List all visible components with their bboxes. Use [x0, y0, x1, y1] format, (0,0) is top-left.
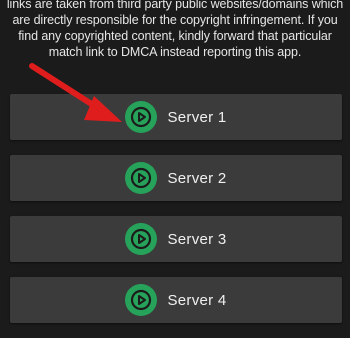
disclaimer-line: are directly responsible for the copyrig…	[12, 13, 338, 27]
server-list: Server 1 Server 2 Server 3 Server 4	[10, 94, 342, 338]
disclaimer-line: links are taken from third party public …	[6, 0, 344, 11]
server-label: Server 1	[167, 108, 227, 126]
server-2-button[interactable]: Server 2	[10, 155, 342, 201]
server-label: Server 2	[167, 169, 227, 187]
server-1-button[interactable]: Server 1	[10, 94, 342, 140]
play-circle-icon	[125, 101, 158, 133]
server-4-button[interactable]: Server 4	[10, 277, 342, 323]
server-label: Server 4	[167, 291, 227, 309]
server-label: Server 3	[167, 230, 227, 248]
copyright-disclaimer: links are taken from third party public …	[0, 0, 350, 60]
play-circle-icon	[125, 223, 158, 255]
play-circle-icon	[125, 284, 158, 316]
play-circle-icon	[125, 162, 158, 194]
disclaimer-line: find any copyrighted content, kindly for…	[18, 29, 332, 43]
server-3-button[interactable]: Server 3	[10, 216, 342, 262]
disclaimer-line: match link to DMCA instead reporting thi…	[48, 45, 302, 59]
